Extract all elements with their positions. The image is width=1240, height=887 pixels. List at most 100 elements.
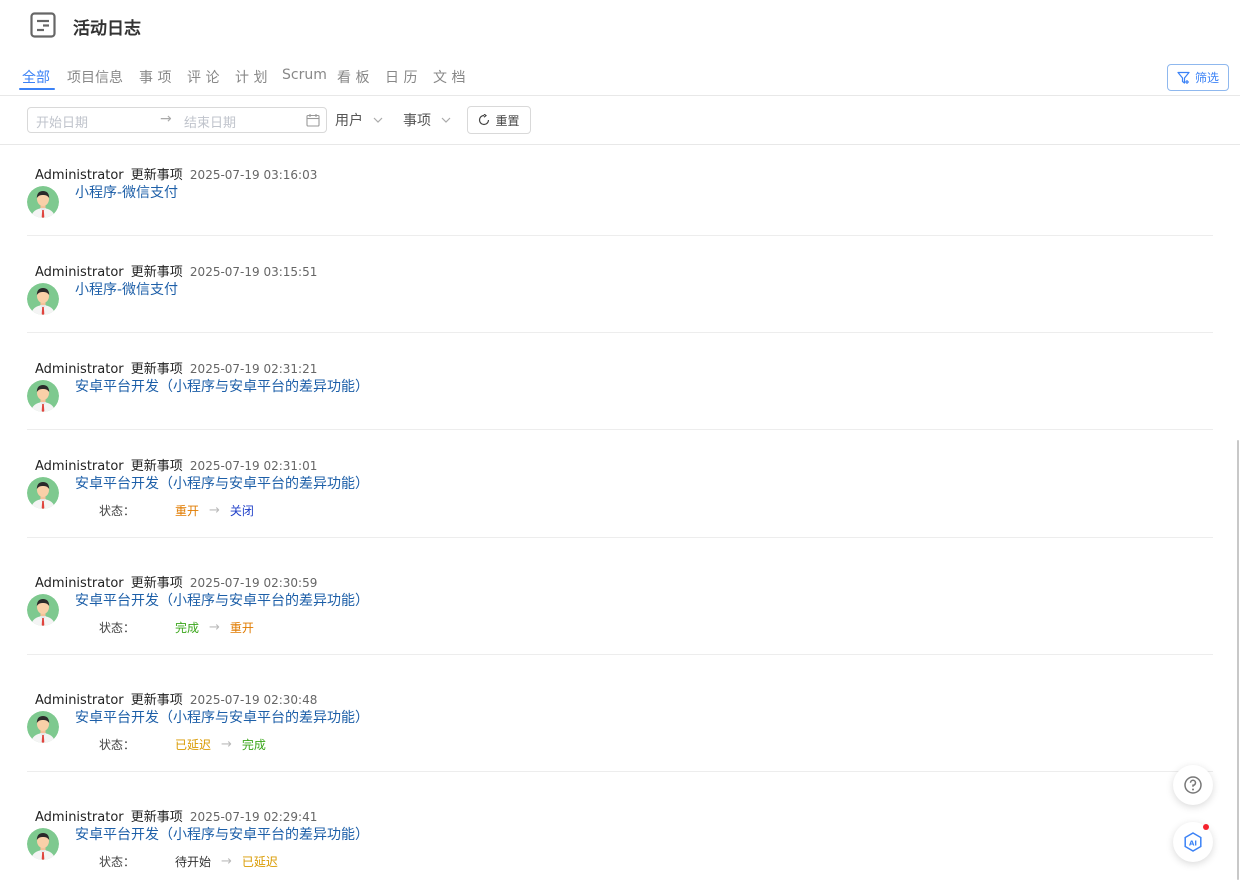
ai-assistant-icon: AI [1184,832,1202,852]
reset-button[interactable]: 重置 [467,106,531,134]
user-avatar-icon [27,594,59,626]
filter-button-label: 筛选 [1194,71,1219,85]
entry-divider [27,235,1213,236]
entry-meta: Administrator 更新事项 2025-07-19 02:29:41 [35,806,317,825]
entry-item-link[interactable]: 安卓平台开发（小程序与安卓平台的差异功能） [75,707,369,727]
status-from: 完成 [175,621,200,635]
status-to: 完成 [241,738,266,752]
item-select-label: 事项 [403,113,431,129]
status-label: 状态： [99,738,136,752]
user-avatar-icon [27,711,59,743]
filter-button[interactable]: 筛选 [1167,64,1229,91]
entry-user[interactable]: Administrator [35,693,124,708]
entry-timestamp: 2025-07-19 02:30:59 [189,576,318,590]
help-icon [1184,776,1202,794]
entry-item-link[interactable]: 小程序-微信支付 [75,182,178,202]
user-avatar-icon [27,477,59,509]
entry-user[interactable]: Administrator [35,810,124,825]
tab-docs[interactable]: 文 档 [433,67,465,87]
user-avatar-icon [27,186,59,218]
entry-meta: Administrator 更新事项 2025-07-19 02:30:48 [35,689,317,708]
scrollbar-thumb[interactable] [1237,440,1239,880]
entry-divider [27,332,1213,333]
entry-action: 更新事项 [130,693,183,708]
arrow-right-icon: → [160,111,172,127]
entry-item-link[interactable]: 安卓平台开发（小程序与安卓平台的差异功能） [75,473,369,493]
entry-item-link[interactable]: 安卓平台开发（小程序与安卓平台的差异功能） [75,590,369,610]
entry-action: 更新事项 [130,362,183,377]
entry-item-link[interactable]: 安卓平台开发（小程序与安卓平台的差异功能） [75,376,369,396]
tab-items[interactable]: 事 项 [139,67,171,87]
entry-action: 更新事项 [130,168,183,183]
refresh-icon [479,114,490,126]
entry-divider [27,771,1213,772]
entry-action: 更新事项 [130,810,183,825]
arrow-right-icon: → [221,737,232,752]
entry-timestamp: 2025-07-19 02:31:01 [189,459,318,473]
entry-action: 更新事项 [130,576,183,591]
filter-icon [1177,71,1190,84]
status-label: 状态： [99,621,136,635]
entry-user[interactable]: Administrator [35,265,124,280]
tab-calendar[interactable]: 日 历 [385,67,417,87]
tab-plans[interactable]: 计 划 [235,67,267,87]
arrow-right-icon: → [209,503,220,518]
date-range-picker[interactable]: 开始日期 → 结束日期 [27,107,327,133]
notification-dot [1203,824,1209,830]
entry-user[interactable]: Administrator [35,576,124,591]
item-select[interactable]: 事项 [403,110,451,130]
entry-item-link[interactable]: 小程序-微信支付 [75,279,178,299]
entry-action: 更新事项 [130,265,183,280]
entry-meta: Administrator 更新事项 2025-07-19 02:30:59 [35,572,317,591]
svg-text:AI: AI [1189,840,1197,848]
start-date-input[interactable]: 开始日期 [36,112,88,131]
entry-timestamp: 2025-07-19 03:15:51 [189,265,318,279]
entry-meta: Administrator 更新事项 2025-07-19 03:15:51 [35,261,317,280]
entry-timestamp: 2025-07-19 03:16:03 [189,168,318,182]
help-button[interactable] [1173,765,1213,805]
tab-kanban[interactable]: 看 板 [337,67,369,87]
page-header: 活动日志 [0,0,1240,52]
entry-divider [27,537,1213,538]
status-from: 重开 [175,504,200,518]
calendar-icon [306,114,320,127]
entry-divider [27,654,1213,655]
entry-timestamp: 2025-07-19 02:31:21 [189,362,318,376]
status-to: 关闭 [229,504,254,518]
chevron-down-icon [373,117,383,123]
ai-assistant-button[interactable]: AI [1173,822,1213,862]
entry-status-change: 状态： 已延迟 → 完成 [99,736,267,753]
tab-comments[interactable]: 评 论 [187,67,219,87]
end-date-input[interactable]: 结束日期 [184,112,236,131]
active-tab-indicator [19,88,55,90]
user-select[interactable]: 用户 [335,110,383,130]
tab-bar: 全部 项目信息 事 项 评 论 计 划 Scrum 看 板 日 历 文 档 [0,60,1240,96]
filter-toolbar: 开始日期 → 结束日期 用户 事项 重置 [0,96,1240,145]
tab-scrum[interactable]: Scrum [282,67,327,83]
arrow-right-icon: → [209,620,220,635]
tab-all[interactable]: 全部 [22,67,50,87]
status-from: 待开始 [175,855,212,869]
user-avatar-icon [27,283,59,315]
status-to: 已延迟 [241,855,278,869]
entry-user[interactable]: Administrator [35,168,124,183]
entry-timestamp: 2025-07-19 02:30:48 [189,693,318,707]
entry-status-change: 状态： 重开 → 关闭 [99,502,255,519]
user-select-label: 用户 [335,113,363,129]
arrow-right-icon: → [221,854,232,869]
activity-log-icon [30,12,56,38]
entry-divider [27,429,1213,430]
user-avatar-icon [27,828,59,860]
entry-meta: Administrator 更新事项 2025-07-19 03:16:03 [35,164,317,183]
entry-item-link[interactable]: 安卓平台开发（小程序与安卓平台的差异功能） [75,824,369,844]
entry-user[interactable]: Administrator [35,362,124,377]
status-label: 状态： [99,504,136,518]
page-title: 活动日志 [73,19,141,39]
status-label: 状态： [99,855,136,869]
entry-action: 更新事项 [130,459,183,474]
entry-user[interactable]: Administrator [35,459,124,474]
status-from: 已延迟 [175,738,212,752]
status-to: 重开 [229,621,254,635]
tab-project-info[interactable]: 项目信息 [67,67,123,87]
entry-status-change: 状态： 完成 → 重开 [99,619,255,636]
